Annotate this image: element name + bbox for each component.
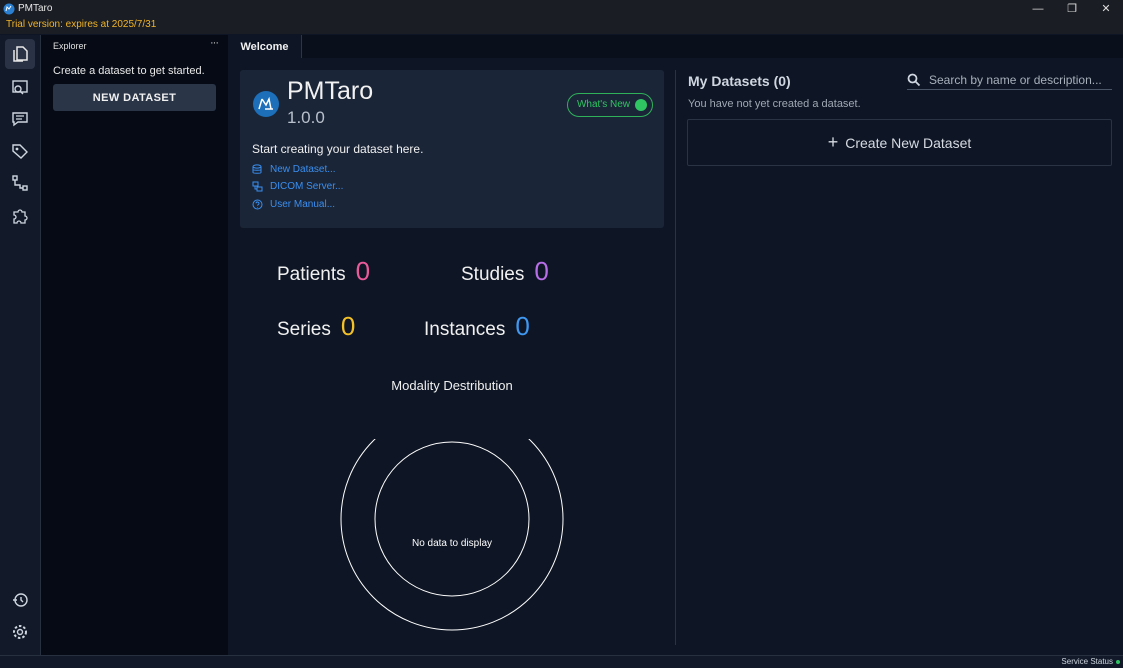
pmtaro-logo-icon (253, 91, 279, 117)
history-icon (13, 593, 28, 607)
studies-stat: Studies 0 (461, 256, 549, 287)
window-title: PMTaro (18, 3, 53, 14)
app-name: PMTaro (287, 77, 374, 105)
explorer-panel: Explorer ··· Create a dataset to get sta… (41, 35, 228, 655)
dicom-server-link-label: DICOM Server... (270, 181, 344, 192)
plus-icon: + (827, 132, 839, 152)
donut-inner-ring (374, 441, 530, 597)
patients-stat: Patients 0 (277, 256, 370, 287)
no-data-text: No data to display (412, 538, 492, 549)
instances-label: Instances (424, 319, 506, 340)
files-button[interactable] (5, 39, 35, 69)
files-icon (13, 46, 28, 62)
editor-tabs: Welcome (228, 35, 1123, 58)
settings-icon (13, 625, 27, 639)
donut-outer-ring (340, 439, 564, 631)
help-icon (252, 199, 263, 210)
panel-divider (675, 70, 676, 645)
image-search-icon (12, 80, 28, 95)
extensions-icon (13, 209, 28, 224)
no-datasets-message: You have not yet created a dataset. (688, 98, 861, 110)
studies-label: Studies (461, 264, 525, 285)
server-icon (252, 181, 263, 192)
history-button[interactable] (5, 585, 35, 615)
new-dataset-link-label: New Dataset... (270, 164, 336, 175)
tags-button[interactable] (5, 136, 35, 166)
service-status[interactable]: Service Status (1061, 657, 1113, 666)
explorer-message: Create a dataset to get started. (53, 65, 205, 77)
extensions-button[interactable] (5, 201, 35, 231)
image-search-button[interactable] (5, 72, 35, 102)
more-options-icon[interactable]: ··· (210, 37, 219, 49)
close-button[interactable]: ✕ (1089, 0, 1123, 17)
create-new-dataset-label: Create New Dataset (845, 134, 972, 151)
minimize-button[interactable]: — (1021, 0, 1055, 17)
app-logo-icon (3, 3, 15, 14)
new-dataset-link[interactable]: New Dataset... (252, 164, 336, 175)
welcome-card: PMTaro 1.0.0 What's New Start creating y… (240, 70, 664, 228)
comments-button[interactable] (5, 104, 35, 134)
service-status-indicator (1116, 660, 1120, 664)
tab-welcome[interactable]: Welcome (228, 35, 302, 58)
dataset-search[interactable] (907, 71, 1112, 90)
trial-notice: Trial version: expires at 2025/7/31 (0, 17, 1123, 34)
app-version: 1.0.0 (287, 108, 325, 127)
instances-count: 0 (515, 311, 530, 341)
chart-title: Modality Destribution (391, 378, 513, 393)
user-manual-link[interactable]: User Manual... (252, 199, 335, 210)
series-stat: Series 0 (277, 311, 355, 342)
user-manual-link-label: User Manual... (270, 199, 336, 210)
new-dataset-button[interactable]: NEW DATASET (53, 84, 216, 111)
search-icon (907, 73, 921, 87)
activity-bar (0, 35, 41, 655)
start-text: Start creating your dataset here. (252, 142, 424, 156)
instances-stat: Instances 0 (424, 311, 530, 342)
search-input[interactable] (929, 73, 1112, 87)
whats-new-label: What's New (576, 99, 630, 110)
new-badge-icon (635, 99, 647, 111)
restore-button[interactable]: ❐ (1055, 0, 1089, 17)
status-bar: Service Status (0, 655, 1123, 668)
explorer-header: Explorer (53, 41, 87, 51)
welcome-page: PMTaro 1.0.0 What's New Start creating y… (228, 58, 1123, 655)
patients-label: Patients (277, 264, 346, 285)
workflow-button[interactable] (5, 168, 35, 198)
studies-count: 0 (534, 256, 549, 286)
settings-button[interactable] (5, 617, 35, 647)
create-new-dataset-button[interactable]: + Create New Dataset (687, 119, 1112, 166)
comments-icon (12, 112, 28, 127)
tag-icon (12, 144, 28, 159)
series-count: 0 (340, 311, 356, 341)
dicom-server-link[interactable]: DICOM Server... (252, 181, 343, 192)
whats-new-button[interactable]: What's New (566, 93, 653, 117)
modality-donut-chart: No data to display (340, 439, 564, 631)
my-datasets-title: My Datasets (0) (688, 73, 791, 89)
patients-count: 0 (355, 256, 371, 286)
title-bar: PMTaro — ❐ ✕ (0, 0, 1123, 17)
series-label: Series (277, 319, 331, 340)
workflow-icon (12, 175, 28, 191)
database-icon (252, 164, 262, 174)
